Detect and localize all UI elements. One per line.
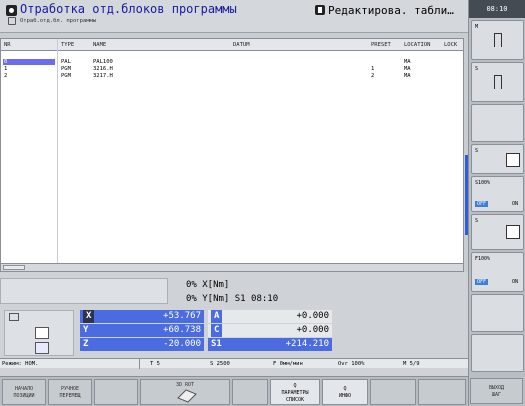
softkey-empty[interactable] bbox=[94, 379, 138, 405]
cell-preset: 1 bbox=[371, 65, 375, 72]
cell-name: PAL100 bbox=[93, 58, 113, 65]
scrollbar-thumb[interactable] bbox=[3, 265, 25, 270]
empty-softkey[interactable] bbox=[471, 104, 524, 142]
cell-location: MA bbox=[404, 65, 411, 72]
cell-nr: 0 bbox=[3, 58, 55, 65]
page-title: Отработка отд.блоков программы bbox=[20, 2, 237, 16]
status-line-2: 0% Y[Nm] S1 08:10 bbox=[186, 294, 279, 304]
col-type: TYPE bbox=[61, 42, 75, 48]
program-run-icon bbox=[6, 5, 17, 16]
cell-location: MA bbox=[404, 58, 411, 65]
spindle-override-key[interactable]: S100% OFF ON bbox=[471, 176, 524, 212]
axis-z: Z -20.000 bbox=[80, 338, 204, 351]
softkey-3d-rot[interactable]: 3D ROT bbox=[140, 379, 230, 405]
edit-mode-text: Редактирова. табли… bbox=[328, 4, 454, 17]
axis-x: X +53.767 bbox=[80, 310, 204, 323]
empty-softkey[interactable] bbox=[471, 294, 524, 332]
status-tool: T 5 bbox=[150, 360, 160, 367]
spindle-dir-key[interactable]: S bbox=[471, 214, 524, 250]
feed-override-key[interactable]: F100% OFF ON bbox=[471, 252, 524, 292]
softkey-empty[interactable] bbox=[232, 379, 268, 405]
axis-positions: X +53.767 Y +60.738 Z -20.000 A +0.000 C +0.0… bbox=[80, 310, 335, 353]
edit-icon bbox=[315, 5, 325, 15]
cell-nr: 1 bbox=[4, 65, 8, 72]
pallet-table: NR TYPE NAME DATUM PRESET LOCATION LOCK … bbox=[0, 38, 464, 265]
cell-name: 3217.H bbox=[93, 72, 113, 79]
status-mode: Режим: НОМ. bbox=[2, 360, 39, 367]
m-function-key[interactable]: M bbox=[471, 20, 524, 60]
page-subtitle: Отраб.отд.бл. программы bbox=[20, 18, 97, 24]
cell-preset: 2 bbox=[371, 72, 375, 79]
axis-s1: S1 +214.210 bbox=[208, 338, 332, 351]
m-function-icon bbox=[494, 33, 502, 47]
col-nr: NR bbox=[4, 42, 11, 48]
cell-type: PAL bbox=[61, 58, 71, 65]
3d-rot-icon bbox=[177, 389, 197, 403]
col-preset: PRESET bbox=[371, 42, 391, 48]
softkey-empty[interactable] bbox=[418, 379, 466, 405]
header-bar: Отработка отд.блоков программы Отраб.отд… bbox=[0, 0, 468, 33]
axis-y: Y +60.738 bbox=[80, 324, 204, 337]
cell-nr: 2 bbox=[4, 72, 8, 79]
status-line-1: 0% X[Nm] bbox=[186, 280, 230, 290]
table-row[interactable]: 0 PAL PAL100 MA bbox=[1, 58, 463, 65]
col-location: LOCATION bbox=[404, 42, 431, 48]
softkey-q-info[interactable]: Q ИНФО bbox=[322, 379, 368, 405]
s-function-key[interactable]: S bbox=[471, 62, 524, 102]
horizontal-scrollbar[interactable] bbox=[0, 263, 464, 272]
vertical-softkey-bar: 08:10 M S S S100% OFF ON S F100% OFF ON bbox=[468, 0, 525, 406]
status-feed: F 0мм/мин bbox=[273, 360, 303, 367]
clock: 08:10 bbox=[469, 0, 525, 18]
softkey-empty[interactable] bbox=[370, 379, 416, 405]
softkey-exit-step[interactable]: ВЫХОД ШАГ bbox=[470, 378, 523, 404]
col-datum: DATUM bbox=[233, 42, 250, 48]
datum-icon bbox=[35, 327, 49, 339]
spindle-toggle-key[interactable]: S bbox=[471, 144, 524, 174]
status-spindle: S 2500 bbox=[210, 360, 230, 367]
axis-icons-panel bbox=[4, 310, 74, 356]
spindle-toggle-icon bbox=[506, 153, 520, 167]
softkey-start-position[interactable]: НАЧАЛО ПОЗИЦИИ bbox=[2, 379, 46, 405]
spindle-dir-icon bbox=[506, 225, 520, 239]
softkey-q-params-list[interactable]: Q ПАРАМЕТРЫ СПИСОК bbox=[270, 379, 320, 405]
softkey-manual-move[interactable]: РУЧНОЕ ПЕРЕМЕЩ bbox=[48, 379, 92, 405]
sub-mode-icon bbox=[8, 17, 16, 25]
spindle-icon bbox=[494, 75, 502, 89]
col-name: NAME bbox=[93, 42, 107, 48]
status-ovr: Ovr 100% bbox=[338, 360, 365, 367]
status-panel bbox=[0, 278, 168, 304]
camera-icon bbox=[9, 313, 19, 321]
axis-a: A +0.000 bbox=[208, 310, 332, 323]
cell-location: MA bbox=[404, 72, 411, 79]
cell-type: PGM bbox=[61, 65, 71, 72]
table-header: NR TYPE NAME DATUM PRESET LOCATION LOCK bbox=[1, 39, 463, 51]
table-row[interactable]: 1 PGM 3216.H 1 MA bbox=[1, 65, 463, 72]
edit-mode-label[interactable]: Редактирова. табли… bbox=[315, 4, 454, 17]
status-m: M 5/9 bbox=[403, 360, 420, 367]
table-row[interactable]: 2 PGM 3217.H 2 MA bbox=[1, 72, 463, 79]
cell-name: 3216.H bbox=[93, 65, 113, 72]
home-icon bbox=[35, 342, 49, 354]
cell-type: PGM bbox=[61, 72, 71, 79]
col-lock: LOCK bbox=[444, 42, 458, 48]
tool-icon bbox=[48, 359, 140, 369]
horizontal-softkey-bar: НАЧАЛО ПОЗИЦИИ РУЧНОЕ ПЕРЕМЕЩ 3D ROT Q ПАРА… bbox=[0, 376, 468, 406]
machine-status-bar: Режим: НОМ. T 5 S 2500 F 0мм/мин Ovr 100… bbox=[0, 358, 468, 369]
empty-softkey[interactable] bbox=[471, 334, 524, 372]
axis-c: C +0.000 bbox=[208, 324, 332, 337]
scroll-indicator bbox=[465, 155, 468, 235]
